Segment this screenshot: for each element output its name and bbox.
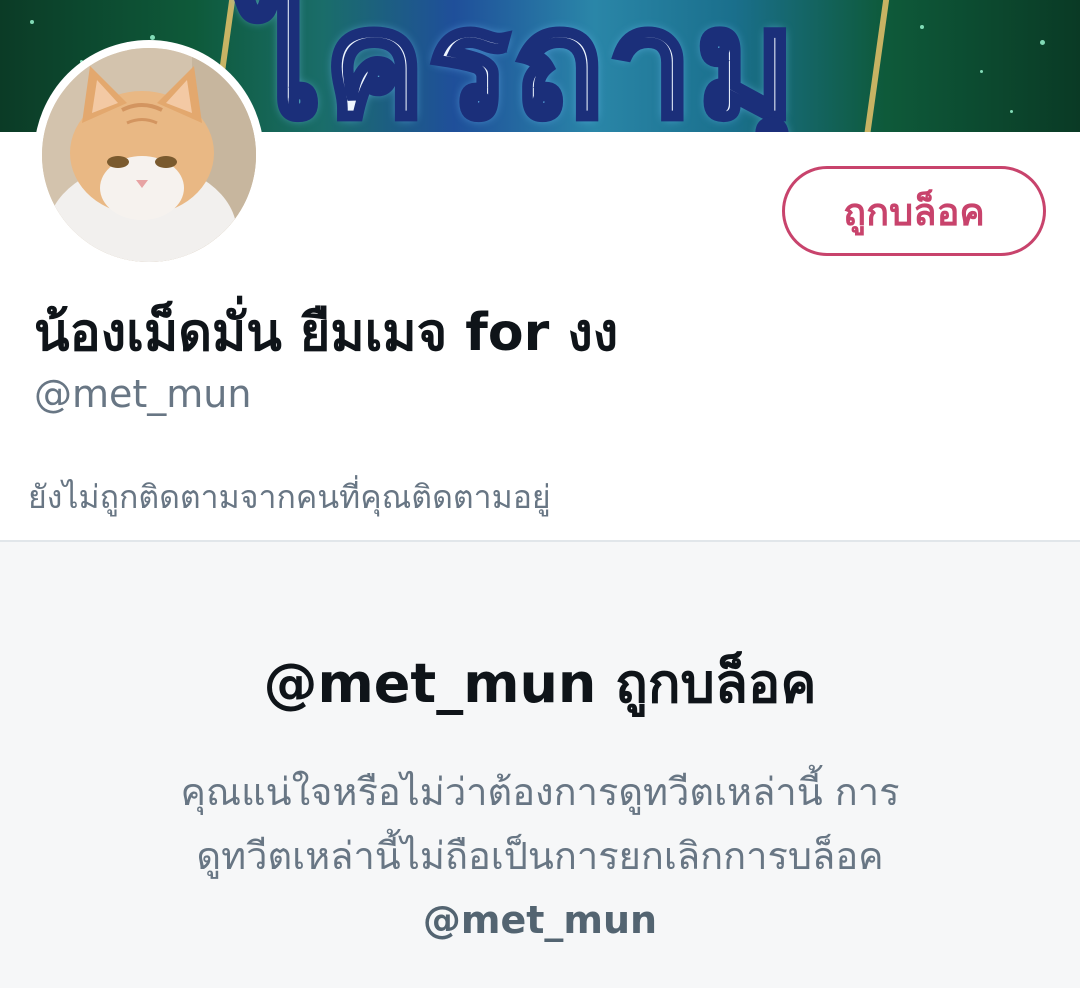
blocked-notice-line-2: ดูทวีตเหล่านี้ไม่ถือเป็นการยกเลิกการบล็อ…	[196, 834, 884, 878]
profile-page: ไครถามุ ถูกบล็อค น้องเม็ดมั่น ยืมเมจ for…	[0, 0, 1080, 988]
blocked-notice-description: คุณแน่ใจหรือไม่ว่าต้องการดูทวีตเหล่านี้ …	[80, 760, 1000, 952]
followers-you-know-info: ยังไม่ถูกติดตามจากคนที่คุณติดตามอยู่	[28, 478, 551, 516]
blocked-button[interactable]: ถูกบล็อค	[782, 166, 1046, 256]
blocked-notice-title: @met_mun ถูกบล็อค	[263, 652, 817, 715]
cat-avatar-icon	[42, 48, 256, 262]
banner-sparkle	[1040, 40, 1045, 45]
banner-sparkle	[920, 25, 924, 29]
blocked-notice-line-1: คุณแน่ใจหรือไม่ว่าต้องการดูทวีตเหล่านี้ …	[180, 770, 900, 814]
banner-sparkle	[980, 70, 983, 73]
blocked-notice-handle: @met_mun	[422, 898, 658, 942]
banner-sparkle	[30, 20, 34, 24]
profile-handle: @met_mun	[34, 372, 252, 416]
banner-sparkle	[1010, 110, 1013, 113]
avatar[interactable]	[34, 40, 264, 270]
banner-logo: ไครถามุ	[242, 0, 800, 132]
display-name: น้องเม็ดมั่น ยืมเมจ for งง	[34, 303, 619, 363]
